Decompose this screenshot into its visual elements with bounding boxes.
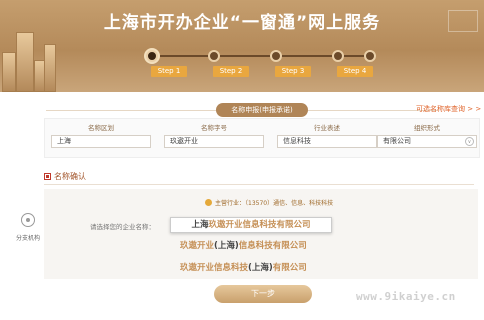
field-label: 名称区划 — [88, 124, 114, 132]
section-pill: 名称申报(申报承诺) — [216, 103, 308, 117]
step-progress: Step 1 Step 2 Step 3 Step 4 — [128, 44, 378, 80]
main-industry: 主营行业：（13570）通信、信息、科技科技 — [205, 198, 333, 207]
option-part: 上海 — [191, 220, 209, 230]
name-confirm-heading: 名称确认 — [44, 171, 86, 182]
field-label: 行业表述 — [314, 124, 340, 132]
step-dot-1 — [146, 50, 158, 62]
next-button[interactable]: 下一步 — [214, 285, 312, 303]
brand-input[interactable]: 玖遨开业 — [164, 135, 264, 148]
option-part: (上海) — [248, 263, 273, 273]
option-part: (上海) — [214, 241, 239, 251]
field-label: 组织形式 — [414, 124, 440, 132]
field-brand: 名称字号 玖遨开业 — [164, 123, 264, 148]
industry-input[interactable]: 信息科技 — [277, 135, 377, 148]
org-form-value: 有限公司 — [383, 137, 411, 145]
branch-nav-label: 分支机构 — [15, 235, 40, 242]
region-input[interactable]: 上海 — [51, 135, 151, 148]
step-label-4: Step 4 — [337, 66, 373, 77]
field-region: 名称区划 上海 — [51, 123, 151, 148]
confirm-label: 名称确认 — [54, 172, 86, 181]
field-industry: 行业表述 信息科技 — [277, 123, 377, 148]
field-org-form: 组织形式 有限公司 ∨ — [377, 123, 477, 148]
industry-icon — [205, 199, 212, 206]
option-part: 玖遨开业 — [180, 241, 215, 251]
step-label-2: Step 2 — [213, 66, 249, 77]
field-label: 名称字号 — [201, 124, 227, 132]
option-part: 有限公司 — [272, 263, 307, 273]
option-part: 玖遨开业信息科技有限公司 — [208, 220, 311, 230]
branch-nav[interactable]: 分支机构 — [14, 213, 42, 242]
name-option-1[interactable]: 上海玖遨开业信息科技有限公司 — [170, 217, 332, 233]
step-dot-5 — [364, 50, 376, 62]
checkbox-icon[interactable] — [44, 173, 51, 180]
watermark: www.9ikaiye.cn — [356, 290, 456, 303]
name-form-panel: 名称区划 上海 名称字号 玖遨开业 行业表述 信息科技 组织形式 有限公司 ∨ — [44, 118, 480, 158]
name-option-2[interactable]: 玖遨开业(上海)信息科技有限公司 — [180, 239, 307, 251]
header-banner: 上海市开办企业“一窗通”网上服务 Step 1 Step 2 Step 3 St… — [0, 0, 484, 92]
option-part: 玖遨开业信息科技 — [180, 263, 249, 273]
industry-text: 主营行业：（13570）通信、信息、科技科技 — [215, 200, 334, 207]
step-label-1: Step 1 — [151, 66, 187, 77]
divider — [44, 184, 474, 185]
step-label-3: Step 3 — [275, 66, 311, 77]
option-part: 信息科技有限公司 — [238, 241, 307, 251]
chevron-down-icon[interactable]: ∨ — [465, 137, 474, 146]
step-dot-2 — [208, 50, 220, 62]
optional-name-link[interactable]: 可选名称库查询 > > — [416, 104, 481, 114]
step-dot-4 — [332, 50, 344, 62]
target-icon — [21, 213, 35, 227]
org-form-select[interactable]: 有限公司 ∨ — [377, 135, 477, 148]
page-title: 上海市开办企业“一窗通”网上服务 — [103, 13, 381, 33]
choose-name-label: 请选择您的企业名称： — [90, 223, 155, 231]
name-option-3[interactable]: 玖遨开业信息科技(上海)有限公司 — [180, 261, 307, 273]
step-dot-3 — [270, 50, 282, 62]
